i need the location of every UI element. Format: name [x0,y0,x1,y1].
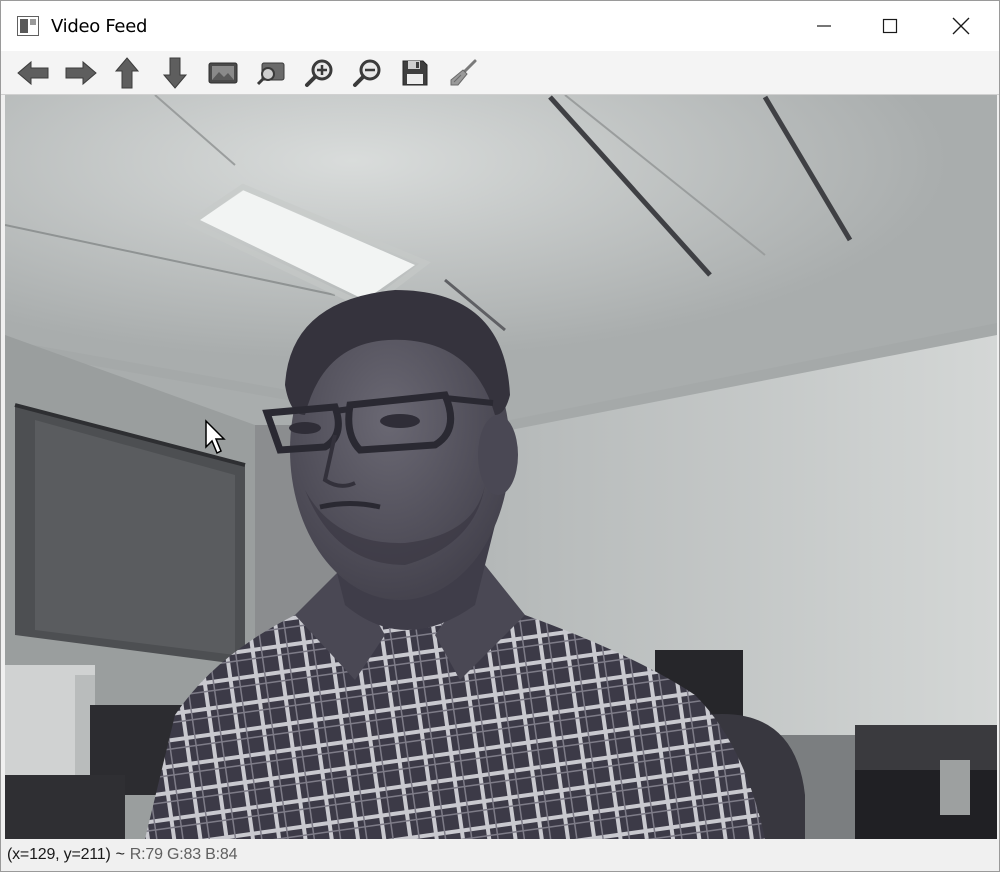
status-separator: ~ [115,846,125,863]
application-window: Video Feed (x=129, y=211) ~ R:79 G:83 B:… [0,0,1000,872]
video-frame[interactable] [5,95,997,839]
zoom-area-button[interactable] [251,55,291,91]
close-icon [952,17,970,35]
zoom-in-icon [305,59,333,87]
save-button[interactable] [395,55,435,91]
status-bar: (x=129, y=211) ~ R:79 G:83 B:84 [1,839,999,871]
properties-button[interactable] [443,55,483,91]
cursor-coordinates: (x=129, y=211) [7,846,111,863]
app-icon [17,16,39,36]
arrow-left-icon [17,60,49,86]
arrow-right-icon [65,60,97,86]
zoom-in-button[interactable] [299,55,339,91]
close-button[interactable] [926,1,996,51]
pan-up-button[interactable] [107,55,147,91]
title-bar[interactable]: Video Feed [1,1,999,51]
arrow-down-icon [162,57,188,89]
maximize-button[interactable] [855,1,925,51]
pan-right-button[interactable] [61,55,101,91]
save-icon [402,60,428,86]
zoom-out-button[interactable] [347,55,387,91]
zoom-out-icon [353,59,381,87]
image-fit-icon [208,62,238,84]
webcam-image [5,95,997,839]
pixel-rgb-value: R:79 G:83 B:84 [129,846,238,863]
pan-left-button[interactable] [13,55,53,91]
minimize-icon [817,25,831,27]
toolbar [1,51,999,95]
pan-down-button[interactable] [155,55,195,91]
zoom-area-icon [256,62,285,86]
minimize-button[interactable] [789,1,859,51]
brush-icon [450,59,477,86]
zoom-to-fit-button[interactable] [203,55,243,91]
maximize-icon [882,18,898,34]
window-title: Video Feed [51,16,148,37]
arrow-up-icon [114,57,140,89]
